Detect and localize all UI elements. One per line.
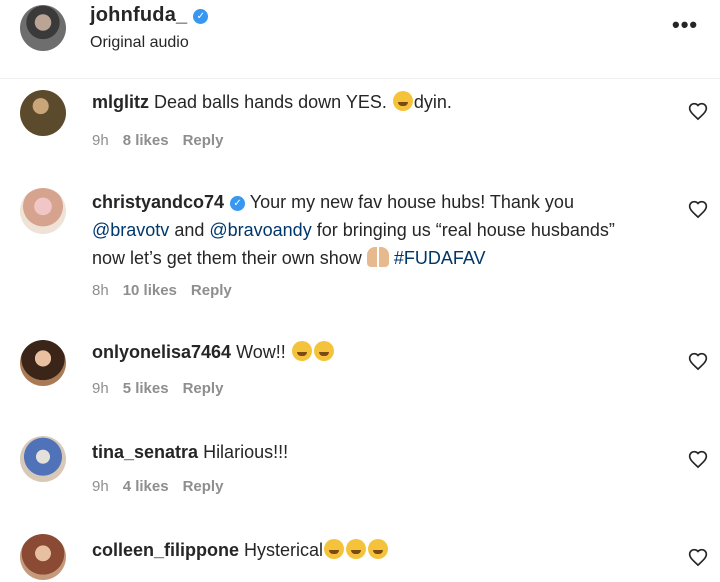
comment-text: mlglitz Dead balls hands down YES. dyin. [92, 91, 452, 112]
post-username[interactable]: johnfuda_ ✓ [90, 4, 209, 27]
comment-item: onlyonelisa7464 Wow!! 9h 5 likes Reply [0, 330, 720, 422]
comment-item: tina_senatra Hilarious!!! 9h 4 likes Reply [0, 430, 720, 522]
joy-emoji-icon [346, 539, 367, 559]
joy-emoji-icon [313, 341, 334, 361]
comment-text: colleen_filippone Hysterical [92, 536, 652, 564]
heart-icon[interactable] [688, 200, 708, 220]
comment-username[interactable]: colleen_filippone [92, 540, 239, 560]
heart-icon[interactable] [688, 102, 708, 122]
comment-username[interactable]: mlglitz [92, 92, 149, 112]
rofl-emoji-icon [368, 539, 389, 559]
comment-text: tina_senatra Hilarious!!! [92, 442, 289, 462]
rofl-emoji-icon [392, 91, 413, 111]
comment-meta: 8h 10 likes Reply [92, 282, 232, 299]
avatar[interactable] [20, 188, 66, 234]
mention-link[interactable]: @bravoandy [209, 220, 311, 240]
comment-item: christyandco74 ✓ Your my new fav house hu… [0, 180, 720, 320]
comment-username[interactable]: onlyonelisa7464 [92, 342, 231, 362]
comment-text: christyandco74 ✓ Your my new fav house hu… [92, 192, 615, 268]
verified-badge-icon: ✓ [230, 196, 246, 211]
avatar[interactable] [20, 436, 66, 482]
avatar[interactable] [20, 340, 66, 386]
mention-link[interactable]: @bravotv [92, 220, 169, 240]
raising-hands-emoji-icon [366, 247, 389, 267]
joy-emoji-icon [291, 341, 312, 361]
post-header: johnfuda_ ✓ Original audio ••• [0, 0, 720, 79]
comment-text: onlyonelisa7464 Wow!! [92, 338, 652, 366]
comment-meta: 9h 4 likes Reply [92, 478, 224, 495]
rofl-emoji-icon [324, 539, 345, 559]
comment-meta: 9h 5 likes Reply [92, 380, 224, 397]
comment-username[interactable]: christyandco74 [92, 192, 224, 212]
audio-label[interactable]: Original audio [90, 34, 189, 52]
verified-badge-icon: ✓ [193, 9, 209, 24]
heart-icon[interactable] [688, 352, 708, 372]
avatar[interactable] [20, 90, 66, 136]
comment-item: colleen_filippone Hysterical [0, 528, 720, 582]
hashtag-link[interactable]: #FUDAFAV [394, 248, 486, 268]
heart-icon[interactable] [688, 548, 708, 568]
comment-meta: 9h 8 likes Reply [92, 132, 224, 149]
heart-icon[interactable] [688, 450, 708, 470]
avatar[interactable] [20, 534, 66, 580]
more-options-icon[interactable]: ••• [672, 12, 698, 38]
avatar[interactable] [20, 5, 66, 51]
comment-item: mlglitz Dead balls hands down YES. dyin.… [0, 80, 720, 172]
comment-username[interactable]: tina_senatra [92, 442, 198, 462]
